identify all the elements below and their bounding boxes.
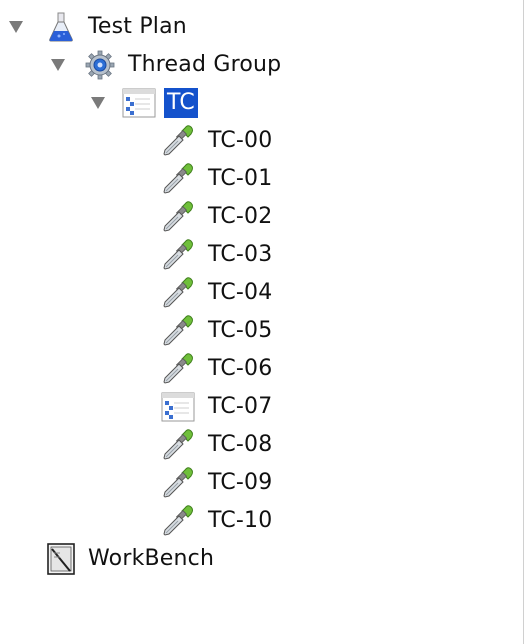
expand-toggle-icon[interactable] (8, 19, 24, 35)
tree-node-label: Thread Group (128, 52, 282, 77)
tree-node-label: TC-00 (208, 128, 273, 153)
sampler-pipette-icon (161, 314, 195, 348)
sampler-pipette-icon (161, 428, 195, 462)
tree-node-label: TC-03 (208, 242, 273, 267)
tree-node-workbench[interactable]: WorkBench (0, 540, 523, 578)
expand-toggle-icon[interactable] (90, 95, 106, 111)
tree-node-label: TC-09 (208, 470, 273, 495)
tree-node-label: TC-01 (208, 166, 273, 191)
tree-node-child[interactable]: TC-00 (0, 122, 523, 160)
tree-node-label: Test Plan (88, 14, 187, 39)
sampler-pipette-icon (161, 466, 195, 500)
sampler-pipette-icon (161, 352, 195, 386)
tree-node-tc-controller[interactable]: TC (0, 84, 523, 122)
tree-node-label-selected: TC (164, 88, 198, 118)
tree-node-child[interactable]: TC-09 (0, 464, 523, 502)
module-controller-icon (161, 390, 195, 424)
tree-node-label: TC-02 (208, 204, 273, 229)
tree-node-child[interactable]: TC-01 (0, 160, 523, 198)
tree-node-test-plan[interactable]: Test Plan (0, 8, 523, 46)
tree-node-label: TC-06 (208, 356, 273, 381)
gear-icon (83, 48, 117, 82)
tree-node-child[interactable]: TC-10 (0, 502, 523, 540)
sampler-pipette-icon (161, 238, 195, 272)
tree-node-child[interactable]: TC-07 (0, 388, 523, 426)
sampler-pipette-icon (161, 162, 195, 196)
expand-toggle-icon[interactable] (50, 57, 66, 73)
tree-node-label: TC-07 (208, 394, 273, 419)
tree-node-child[interactable]: TC-04 (0, 274, 523, 312)
tree-node-child[interactable]: TC-02 (0, 198, 523, 236)
tree-node-label: TC-10 (208, 508, 273, 533)
tree-node-label: TC-08 (208, 432, 273, 457)
sampler-pipette-icon (161, 504, 195, 538)
tree-node-child[interactable]: TC-06 (0, 350, 523, 388)
tree-node-label: TC-04 (208, 280, 273, 305)
tree-node-child[interactable]: TC-05 (0, 312, 523, 350)
flask-icon (44, 10, 78, 44)
test-plan-tree-panel: Test Plan Thread Group TC TC-00 TC-01 TC… (0, 0, 524, 644)
sampler-pipette-icon (161, 124, 195, 158)
tree-node-thread-group[interactable]: Thread Group (0, 46, 523, 84)
module-controller-icon (122, 86, 156, 120)
tree-node-label: TC-05 (208, 318, 273, 343)
tree-node-child[interactable]: TC-03 (0, 236, 523, 274)
tree-node-label: WorkBench (88, 546, 215, 571)
sampler-pipette-icon (161, 200, 195, 234)
tree-node-child[interactable]: TC-08 (0, 426, 523, 464)
sampler-pipette-icon (161, 276, 195, 310)
test-plan-tree: Test Plan Thread Group TC TC-00 TC-01 TC… (0, 8, 523, 578)
workbench-icon (44, 542, 78, 576)
